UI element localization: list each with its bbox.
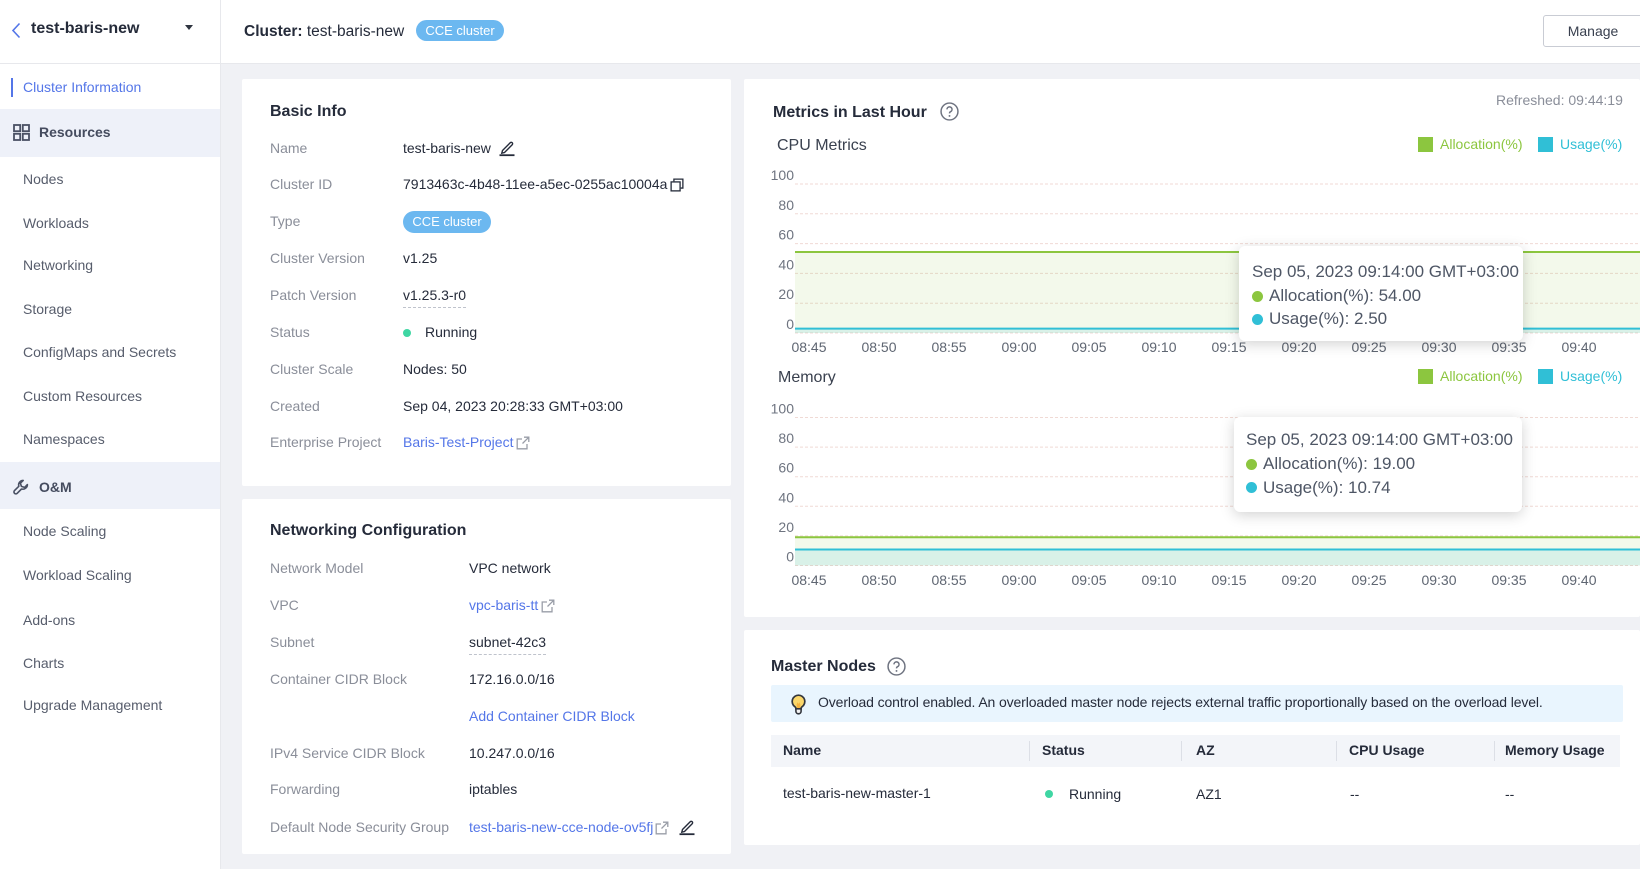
svg-text:08:50: 08:50 bbox=[861, 339, 896, 355]
svg-text:08:50: 08:50 bbox=[861, 572, 896, 588]
svg-text:09:10: 09:10 bbox=[1141, 339, 1176, 355]
svg-text:09:00: 09:00 bbox=[1001, 572, 1036, 588]
svg-text:0: 0 bbox=[786, 316, 794, 332]
svg-text:09:40: 09:40 bbox=[1561, 339, 1596, 355]
svg-text:08:45: 08:45 bbox=[791, 572, 826, 588]
svg-text:40: 40 bbox=[778, 489, 794, 505]
svg-text:09:05: 09:05 bbox=[1071, 339, 1106, 355]
svg-text:80: 80 bbox=[778, 430, 794, 446]
svg-text:09:20: 09:20 bbox=[1281, 572, 1316, 588]
svg-text:09:35: 09:35 bbox=[1491, 572, 1526, 588]
svg-text:20: 20 bbox=[778, 519, 794, 535]
svg-text:09:30: 09:30 bbox=[1421, 339, 1456, 355]
svg-text:09:15: 09:15 bbox=[1211, 572, 1246, 588]
svg-text:09:35: 09:35 bbox=[1491, 339, 1526, 355]
svg-text:08:55: 08:55 bbox=[931, 572, 966, 588]
svg-text:100: 100 bbox=[771, 401, 795, 417]
svg-text:0: 0 bbox=[786, 549, 794, 565]
svg-text:60: 60 bbox=[778, 227, 794, 243]
svg-text:09:15: 09:15 bbox=[1211, 339, 1246, 355]
svg-text:09:25: 09:25 bbox=[1351, 572, 1386, 588]
svg-text:09:10: 09:10 bbox=[1141, 572, 1176, 588]
svg-text:09:20: 09:20 bbox=[1281, 339, 1316, 355]
svg-text:20: 20 bbox=[778, 286, 794, 302]
svg-text:08:55: 08:55 bbox=[931, 339, 966, 355]
svg-text:60: 60 bbox=[778, 460, 794, 476]
svg-text:40: 40 bbox=[778, 256, 794, 272]
svg-text:09:40: 09:40 bbox=[1561, 572, 1596, 588]
svg-text:09:25: 09:25 bbox=[1351, 339, 1386, 355]
svg-text:08:45: 08:45 bbox=[791, 339, 826, 355]
svg-text:09:05: 09:05 bbox=[1071, 572, 1106, 588]
svg-text:80: 80 bbox=[778, 197, 794, 213]
svg-text:100: 100 bbox=[771, 167, 795, 183]
svg-text:09:00: 09:00 bbox=[1001, 339, 1036, 355]
svg-text:09:30: 09:30 bbox=[1421, 572, 1456, 588]
